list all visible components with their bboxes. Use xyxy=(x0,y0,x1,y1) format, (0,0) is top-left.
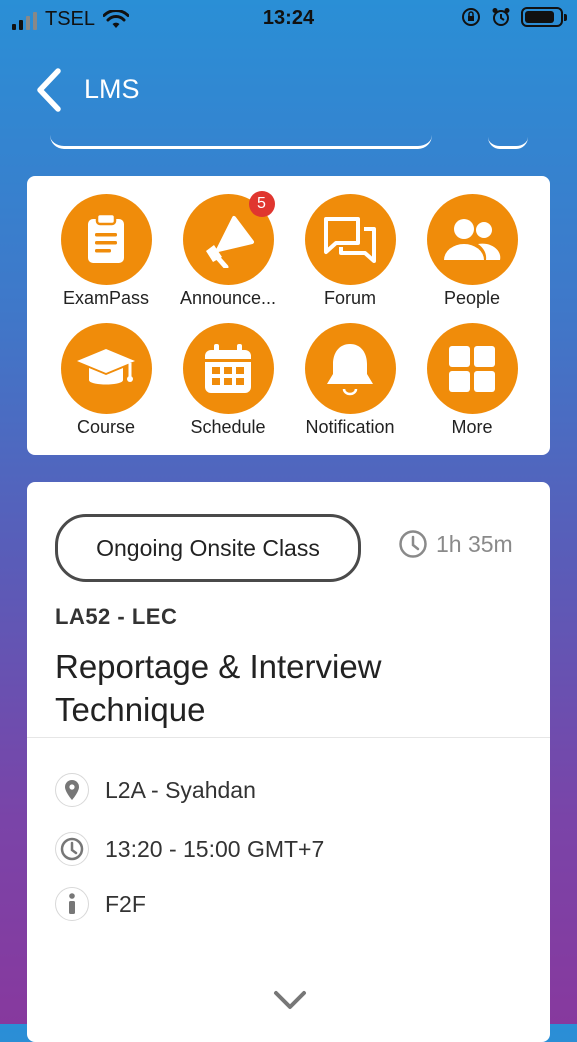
menu-item-exampass[interactable]: ExamPass xyxy=(45,194,167,314)
location-pin-icon xyxy=(55,773,89,807)
class-status-pill[interactable]: Ongoing Onsite Class xyxy=(55,514,361,582)
clipboard-icon xyxy=(88,212,124,263)
location-row: L2A - Syahdan xyxy=(55,773,256,807)
menu-item-course[interactable]: Course xyxy=(45,323,167,443)
chat-bubbles-icon xyxy=(324,216,376,263)
rotation-lock-icon xyxy=(462,8,480,26)
menu-item-notification[interactable]: Notification xyxy=(289,323,411,443)
alarm-icon xyxy=(492,8,510,26)
class-code: LA52 - LEC xyxy=(55,604,178,629)
grid-icon xyxy=(449,345,495,392)
mode-text: F2F xyxy=(105,890,146,917)
clock-icon xyxy=(399,530,427,558)
people-icon xyxy=(444,218,501,260)
megaphone-icon xyxy=(206,215,254,268)
expand-button[interactable] xyxy=(270,987,310,1015)
menu-label: Notification xyxy=(305,417,395,437)
menu-label: Forum xyxy=(323,288,376,308)
nav-bar: LMS xyxy=(0,55,577,125)
menu-label: Schedule xyxy=(190,417,266,437)
scrolled-content-edge xyxy=(50,130,432,149)
divider xyxy=(27,737,550,738)
calendar-icon xyxy=(205,343,251,393)
battery-icon xyxy=(521,7,567,27)
graduation-cap-icon xyxy=(77,348,135,384)
menu-item-forum[interactable]: Forum xyxy=(289,194,411,314)
menu-label: Course xyxy=(76,417,136,437)
back-button[interactable] xyxy=(30,67,70,113)
announcement-badge: 5 xyxy=(248,191,275,217)
menu-item-schedule[interactable]: Schedule xyxy=(167,323,289,443)
status-bar: TSEL 13:24 xyxy=(0,0,577,38)
menu-label: People xyxy=(443,288,501,308)
menu-item-people[interactable]: People xyxy=(411,194,533,314)
duration-text: 1h 35m xyxy=(436,530,513,557)
scrolled-content-edge-small xyxy=(488,136,528,149)
class-title: Reportage & Interview Technique xyxy=(55,648,382,728)
chevron-left-icon xyxy=(37,68,61,112)
chevron-down-icon xyxy=(274,991,306,1009)
clock-icon xyxy=(55,832,89,866)
menu-label: Announce... xyxy=(179,288,277,308)
menu-label: More xyxy=(451,417,493,437)
page-title: LMS xyxy=(84,74,140,104)
class-duration: 1h 35m xyxy=(398,529,513,559)
bell-icon xyxy=(327,343,373,395)
menu-grid: ExamPass 5 Announce... Forum People Cour… xyxy=(27,176,550,455)
menu-item-announcement[interactable]: 5 Announce... xyxy=(167,191,289,314)
menu-item-more[interactable]: More xyxy=(411,323,533,443)
menu-label: ExamPass xyxy=(62,288,150,308)
mode-row: F2F xyxy=(55,887,146,921)
location-text: L2A - Syahdan xyxy=(105,776,256,803)
time-text: 13:20 - 15:00 GMT+7 xyxy=(105,835,325,862)
time-row: 13:20 - 15:00 GMT+7 xyxy=(55,832,324,866)
info-icon xyxy=(55,887,89,921)
class-card[interactable]: Ongoing Onsite Class 1h 35m LA52 - LEC R… xyxy=(27,482,550,1042)
